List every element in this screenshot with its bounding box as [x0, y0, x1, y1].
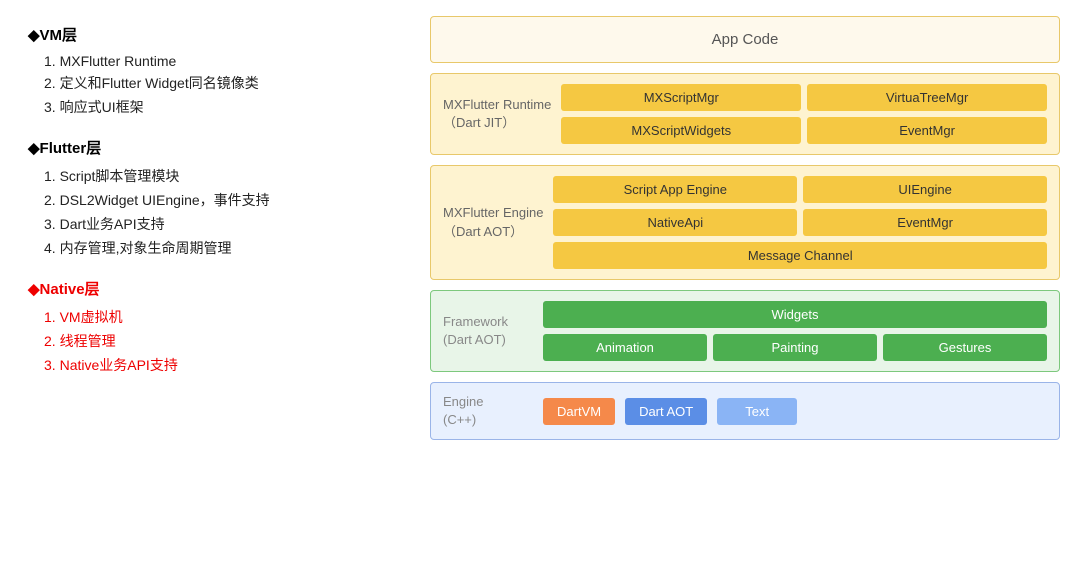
- list-item: 内存管理,对象生命周期管理: [44, 238, 392, 258]
- engine-row-1: Script App Engine UIEngine: [553, 176, 1047, 203]
- left-panel: ◆VM层 MXFlutter Runtime 定义和Flutter Widget…: [0, 0, 420, 561]
- native-list-item: VM虚拟机: [44, 307, 392, 327]
- message-channel-box: Message Channel: [553, 242, 1047, 269]
- runtime-label: MXFlutter Runtime（Dart JIT）: [443, 96, 551, 132]
- script-app-engine-box: Script App Engine: [553, 176, 797, 203]
- list-item: Script脚本管理模块: [44, 166, 392, 186]
- nativeapi-box: NativeApi: [553, 209, 797, 236]
- cpp-row: DartVM Dart AOT Text: [543, 398, 1047, 425]
- native-list-item: 线程管理: [44, 331, 392, 351]
- dart-aot-box: Dart AOT: [625, 398, 707, 425]
- vm-list: MXFlutter Runtime 定义和Flutter Widget同名镜像类…: [28, 53, 392, 117]
- engine-inner: Script App Engine UIEngine NativeApi Eve…: [553, 176, 1047, 269]
- framework-row: Animation Painting Gestures: [543, 334, 1047, 361]
- text-box: Text: [717, 398, 797, 425]
- dartvm-box: DartVM: [543, 398, 615, 425]
- gestures-box: Gestures: [883, 334, 1047, 361]
- vm-section-title: ◆VM层: [28, 24, 392, 45]
- animation-box: Animation: [543, 334, 707, 361]
- virtuatreemgr-box: VirtuaTreeMgr: [807, 84, 1047, 111]
- list-item: Dart业务API支持: [44, 214, 392, 234]
- list-item: 定义和Flutter Widget同名镜像类: [44, 73, 392, 93]
- framework-label: Framework(Dart AOT): [443, 313, 533, 349]
- painting-box: Painting: [713, 334, 877, 361]
- engine-block: MXFlutter Engine（Dart AOT） Script App En…: [430, 165, 1060, 280]
- flutter-section-title: ◆Flutter层: [28, 137, 392, 158]
- eventmgr-engine-box: EventMgr: [803, 209, 1047, 236]
- uiengine-box: UIEngine: [803, 176, 1047, 203]
- right-panel: App Code MXFlutter Runtime（Dart JIT） MXS…: [420, 0, 1080, 561]
- native-list: VM虚拟机 线程管理 Native业务API支持: [28, 307, 392, 375]
- eventmgr-runtime-box: EventMgr: [807, 117, 1047, 144]
- list-item: MXFlutter Runtime: [44, 53, 392, 69]
- app-code-label: App Code: [712, 31, 779, 48]
- native-list-item: Native业务API支持: [44, 355, 392, 375]
- runtime-block: MXFlutter Runtime（Dart JIT） MXScriptMgr …: [430, 73, 1060, 155]
- list-item: 响应式UI框架: [44, 97, 392, 117]
- framework-inner: Widgets Animation Painting Gestures: [543, 301, 1047, 361]
- flutter-list: Script脚本管理模块 DSL2Widget UIEngine，事件支持 Da…: [28, 166, 392, 258]
- widgets-box: Widgets: [543, 301, 1047, 328]
- app-code-block: App Code: [430, 16, 1060, 63]
- engine-label: MXFlutter Engine（Dart AOT）: [443, 204, 543, 240]
- runtime-grid: MXScriptMgr VirtuaTreeMgr MXScriptWidget…: [561, 84, 1047, 144]
- mxscriptwidgets-box: MXScriptWidgets: [561, 117, 801, 144]
- cpp-block: Engine(C++) DartVM Dart AOT Text: [430, 382, 1060, 440]
- framework-block: Framework(Dart AOT) Widgets Animation Pa…: [430, 290, 1060, 372]
- mxscriptmgr-box: MXScriptMgr: [561, 84, 801, 111]
- list-item: DSL2Widget UIEngine，事件支持: [44, 190, 392, 210]
- engine-row-2: NativeApi EventMgr: [553, 209, 1047, 236]
- cpp-label: Engine(C++): [443, 393, 533, 429]
- native-section-title: ◆Native层: [28, 278, 392, 299]
